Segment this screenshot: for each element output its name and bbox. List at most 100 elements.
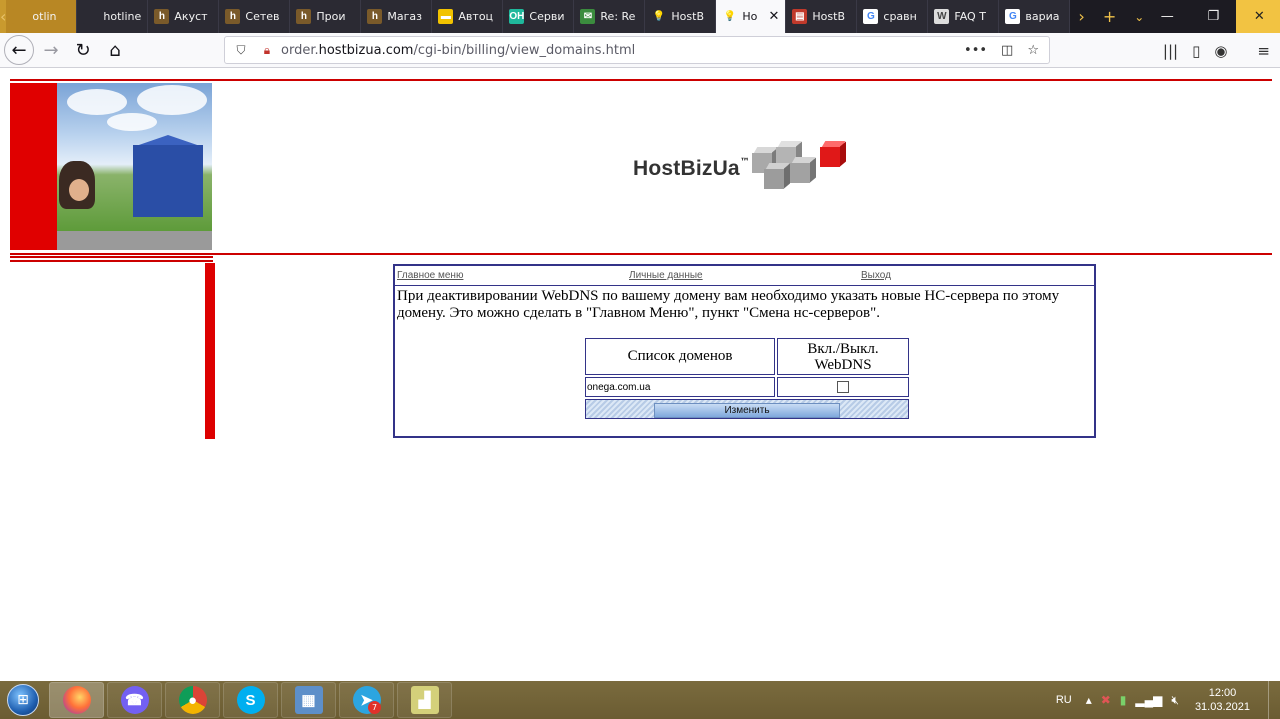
taskbar-app-chrome[interactable]: ● [165, 682, 220, 718]
hostbizua-logo: HostBizUa ™ [633, 141, 852, 195]
chart-icon: ▟ [410, 686, 439, 714]
tab-title: otlin [32, 10, 57, 23]
web-page: HostBizUa ™ Главное меню Личные данные В… [0, 69, 1280, 681]
domains-table: Список доменов Вкл./Выкл. WebDNS onega.co… [583, 336, 911, 421]
taskbar-app-viber[interactable]: ☎ [107, 682, 162, 718]
url-text[interactable]: order.hostbizua.com/cgi-bin/billing/view… [281, 43, 635, 58]
url-host-prefix: order. [281, 42, 319, 58]
logo-trademark: ™ [739, 157, 750, 168]
address-bar-actions: ••• ◫ ☆ [964, 43, 1049, 58]
clock-time: 12:00 [1208, 687, 1237, 699]
sidebar-red-bar [205, 263, 215, 439]
menu-link-logout[interactable]: Выход [859, 266, 1091, 285]
browser-tab[interactable]: h Акуст [148, 0, 220, 33]
new-tab-icon[interactable]: + [1103, 7, 1116, 26]
menu-link-main[interactable]: Главное меню [395, 266, 627, 285]
tab-extra-controls: › + ⌄ [1070, 0, 1144, 33]
clock[interactable]: 12:00 31.03.2021 [1195, 686, 1250, 714]
taskbar-app-control-panel[interactable]: ▦ [281, 682, 336, 718]
tab-title: Ho [742, 10, 758, 23]
wordpress-icon: W [934, 9, 950, 24]
browser-tab[interactable]: ✉ Re: Re [574, 0, 646, 33]
restore-icon[interactable]: ❐ [1190, 0, 1236, 33]
forward-icon[interactable]: → [36, 35, 66, 65]
bulb-icon: 💡 [723, 11, 737, 22]
tab-title: Акуст [174, 10, 208, 23]
browser-tab[interactable]: Gвариа [999, 0, 1071, 33]
browser-tab[interactable]: hotline.ua [77, 0, 149, 33]
google-icon: G [1005, 9, 1021, 24]
browser-tab[interactable]: h Магаз [361, 0, 433, 33]
submit-row: Изменить [585, 399, 909, 419]
table-header-row: Список доменов Вкл./Выкл. WebDNS [585, 338, 909, 375]
page-icon [83, 9, 99, 24]
tab-title: Сетев [245, 10, 280, 23]
taskbar-app-chart-app[interactable]: ▟ [397, 682, 452, 718]
reload-icon[interactable]: ↻ [68, 35, 98, 65]
header-top-rule [10, 79, 1272, 81]
pocket-icon[interactable]: ◫ [1001, 43, 1013, 58]
address-bar[interactable]: ⛉ 🔒︎ order.hostbizua.com/cgi-bin/billing… [224, 36, 1050, 64]
control-panel-icon: ▦ [294, 686, 323, 714]
show-hidden-icons-icon[interactable]: ▴ [1086, 693, 1092, 708]
logo-cubes-icon [751, 141, 852, 195]
taskbar-app-telegram[interactable]: ➤ 7 [339, 682, 394, 718]
close-tab-icon[interactable]: ✕ [769, 9, 780, 24]
hotline-icon: h [296, 9, 312, 24]
browser-tab[interactable]: Gсравн [857, 0, 929, 33]
webdns-toggle-cell [777, 377, 909, 397]
sidebar-rules [10, 256, 213, 262]
toolbar-right: ||| ▯ ◉ ≡ [1163, 33, 1280, 68]
taskbar-app-firefox[interactable] [49, 682, 104, 718]
list-all-tabs-icon[interactable]: ⌄ [1134, 10, 1144, 24]
insecure-lock-icon[interactable]: 🔒︎ [257, 43, 277, 58]
navigation-toolbar: ← → ↻ ⌂ ⛉ 🔒︎ order.hostbizua.com/cgi-bin… [0, 33, 1280, 68]
tab-active[interactable]: 💡 Ho ✕ [716, 0, 787, 33]
back-icon[interactable]: ← [4, 35, 34, 65]
page-icon [12, 9, 28, 24]
header-bottom-rule [10, 253, 1272, 255]
page-actions-icon[interactable]: ••• [964, 43, 987, 58]
tab-title: сравн [883, 10, 917, 23]
browser-tab[interactable]: ▤ HostB [786, 0, 858, 33]
show-desktop-button[interactable] [1268, 681, 1280, 719]
menu-icon[interactable]: ≡ [1257, 42, 1270, 60]
taskbar-app-skype[interactable]: S [223, 682, 278, 718]
sidebar-icon[interactable]: ▯ [1192, 42, 1200, 60]
hotline-icon: h [367, 9, 383, 24]
start-button[interactable]: ⊞ [0, 681, 46, 719]
taskbar-apps: ☎ ● S ▦ ➤ 7 ▟ [46, 682, 452, 718]
tab-title: Автоц [458, 10, 494, 23]
change-button[interactable]: Изменить [654, 403, 840, 418]
tab-title: Re: Re [600, 10, 636, 23]
browser-tab[interactable]: ▬ Автоц [432, 0, 504, 33]
scroll-tabs-right-icon[interactable]: › [1078, 7, 1084, 26]
library-icon[interactable]: ||| [1163, 42, 1178, 60]
language-indicator[interactable]: RU [1056, 694, 1072, 706]
top-menu: Главное меню Личные данные Выход [395, 266, 1094, 286]
browser-tab[interactable]: OH Серви [503, 0, 575, 33]
bookmark-star-icon[interactable]: ☆ [1027, 43, 1039, 58]
menu-link-personal[interactable]: Личные данные [627, 266, 859, 285]
unread-badge: 7 [368, 701, 381, 714]
network-error-icon[interactable]: ✖ [1101, 693, 1111, 708]
browser-tab[interactable]: 💡 HostB [645, 0, 717, 33]
browser-tab[interactable]: h Сетев [219, 0, 291, 33]
webdns-checkbox[interactable] [837, 381, 849, 394]
home-icon[interactable]: ⌂ [100, 35, 130, 65]
browser-tab[interactable]: W FAQ T [928, 0, 1000, 33]
browser-tab[interactable]: h Прои [290, 0, 362, 33]
signal-icon[interactable]: ▂▄▆ [1135, 693, 1162, 708]
volume-muted-icon[interactable]: 🔇︎ [1171, 693, 1179, 708]
shield-icon[interactable]: ⛉ [231, 43, 251, 58]
tab-title: Магаз [387, 10, 423, 23]
battery-icon[interactable]: ▮ [1120, 693, 1127, 708]
minimize-icon[interactable]: — [1144, 0, 1190, 33]
domain-name-cell: onega.com.ua [585, 377, 775, 397]
column-header-webdns-line2: WebDNS [814, 356, 872, 373]
banner-red-block [10, 83, 57, 250]
browser-tab[interactable]: otlin [6, 0, 78, 33]
account-icon[interactable]: ◉ [1214, 42, 1227, 60]
close-window-icon[interactable]: ✕ [1236, 0, 1280, 33]
table-row: onega.com.ua [585, 377, 909, 397]
